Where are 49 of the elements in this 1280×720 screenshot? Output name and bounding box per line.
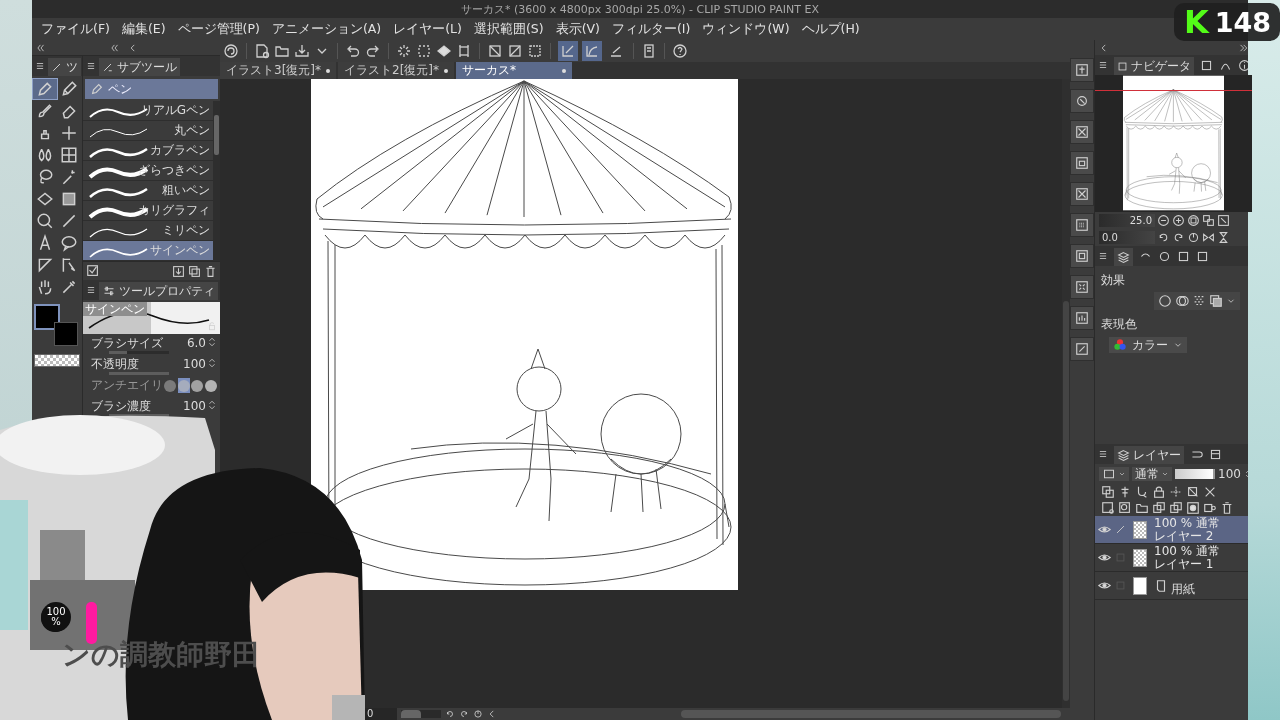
brush-item[interactable]: ざらつきペン	[83, 161, 213, 181]
property-value[interactable]: 100	[183, 357, 206, 371]
property-label: ブラシサイズ	[91, 336, 163, 350]
menu-item[interactable]: ページ管理(P)	[177, 20, 260, 38]
panel-tab[interactable]: レイヤー	[1114, 446, 1184, 464]
property-label: ブラシ濃度	[91, 399, 151, 413]
logo-letter: K	[1184, 3, 1209, 41]
brush-item[interactable]: カブラペン	[83, 141, 213, 161]
layer-blend-info: 100 % 通常	[1154, 516, 1220, 530]
blend-mode-dropdown[interactable]: 通常	[1132, 467, 1172, 481]
document-tab[interactable]: イラスト3[復元]*	[220, 62, 336, 79]
menu-item[interactable]: ファイル(F)	[41, 20, 110, 38]
menu-item[interactable]: レイヤー(L)	[393, 20, 462, 38]
layer-blend-info: 100 % 通常	[1154, 544, 1220, 558]
color-mode-dropdown[interactable]: カラー	[1109, 337, 1187, 353]
zoom-field[interactable]: 25.0	[1099, 214, 1155, 227]
menu-item[interactable]: フィルター(I)	[611, 20, 691, 38]
property-value[interactable]: 100	[183, 399, 206, 413]
angle-field[interactable]: 0	[365, 708, 397, 720]
panel-tab[interactable]: ツールプロパティ	[99, 282, 218, 300]
opacity-value[interactable]: 100	[1218, 467, 1241, 481]
section-label: 効果	[1101, 272, 1126, 289]
document-tab[interactable]: イラスト2[復元]*	[338, 62, 454, 79]
menu-item[interactable]: ヘルプ(H)	[801, 20, 860, 38]
menu-item[interactable]: アニメーション(A)	[271, 20, 382, 38]
property-label: アンチエイリ	[91, 378, 163, 392]
viewer-count: 148	[1214, 6, 1272, 38]
menu-item[interactable]: ウィンドウ(W)	[702, 20, 790, 38]
layer-name: レイヤー 2	[1154, 529, 1214, 543]
brush-item[interactable]: 粗いペン	[83, 181, 213, 201]
brush-item[interactable]: カリグラフィ	[83, 201, 213, 221]
brush-item[interactable]: 丸ペン	[83, 121, 213, 141]
rotation-field[interactable]: 0.0	[1099, 231, 1155, 244]
layer-name: レイヤー 1	[1154, 557, 1214, 571]
brush-item[interactable]: リアルGペン	[83, 101, 213, 121]
property-label: 不透明度	[91, 357, 139, 371]
panel-tab[interactable]: ツ	[48, 58, 81, 76]
subtool-group[interactable]: ペン	[85, 79, 218, 99]
preview-label: サインペン	[83, 302, 147, 316]
window-title: サーカス* (3600 x 4800px 300dpi 25.0%) - CLIP STUDIO PAINT EX	[461, 1, 819, 17]
document-tab[interactable]: サーカス*	[456, 62, 572, 79]
panel-tab[interactable]: ナビゲータ	[1114, 57, 1194, 75]
menu-item[interactable]: 選択範囲(S)	[473, 20, 544, 38]
property-value[interactable]: 6.0	[186, 336, 206, 350]
layer-name: 用紙	[1171, 581, 1195, 598]
menu-item[interactable]: 編集(E)	[121, 20, 166, 38]
panel-tab[interactable]: サブツール	[99, 58, 180, 76]
section-label: 表現色	[1101, 316, 1138, 333]
menu-item[interactable]: 表示(V)	[555, 20, 600, 38]
